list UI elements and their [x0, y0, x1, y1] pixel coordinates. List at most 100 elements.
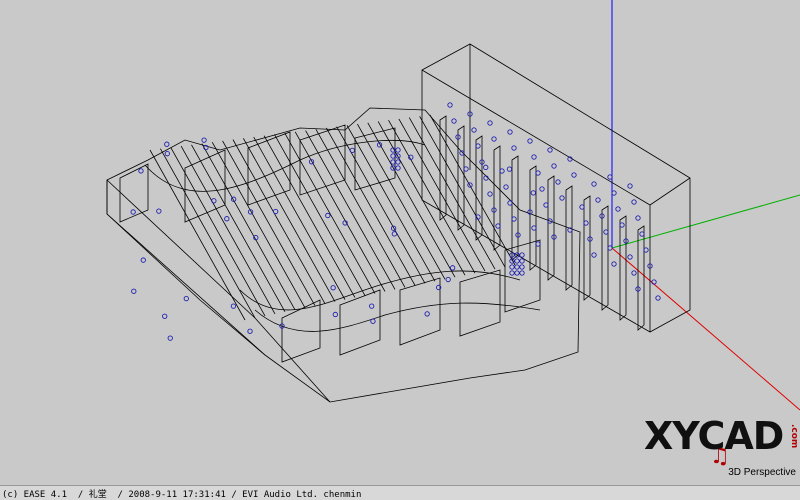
speaker-source: [539, 186, 545, 192]
xycad-logo: ♫ XYCAD .com: [640, 410, 800, 469]
speaker-source: [370, 318, 376, 324]
seating-row-line: [429, 114, 516, 266]
speaker-source: [611, 261, 617, 267]
speaker-source: [156, 208, 162, 214]
stage-panel: [565, 185, 573, 291]
speaker-source: [535, 170, 541, 176]
speaker-source: [164, 151, 170, 157]
seating-row-line: [201, 143, 296, 311]
speaker-source: [272, 208, 279, 215]
stage-panel: [637, 225, 645, 331]
x-axis: [611, 247, 800, 411]
seating-row-line: [263, 135, 356, 298]
seating-row-line: [253, 136, 346, 300]
speaker-source: [164, 141, 170, 147]
speaker-source: [655, 295, 661, 301]
seating-row-line: [398, 118, 486, 272]
speaker-source: [643, 247, 649, 253]
stage-panel: [457, 125, 465, 231]
speaker-source: [499, 168, 505, 174]
stage-panel: [529, 165, 537, 271]
speaker-source: [519, 270, 525, 276]
stage-panel: [493, 145, 501, 251]
speaker-source: [330, 285, 336, 291]
speaker-source: [449, 265, 456, 271]
speaker-source: [627, 183, 633, 189]
speaker-source: [530, 190, 536, 196]
speaker-source: [395, 159, 401, 165]
speaker-source: [615, 206, 621, 212]
seating-row-line: [294, 131, 386, 292]
speaker-source: [543, 202, 549, 208]
speaker-source: [369, 303, 375, 309]
seating-row-line: [191, 144, 286, 313]
speaker-source: [451, 118, 457, 124]
speaker-source: [390, 153, 396, 159]
speaker-source: [503, 184, 509, 190]
seating-row-line: [284, 132, 376, 294]
speaker-source: [547, 147, 553, 153]
speaker-source: [483, 164, 489, 170]
logo-suffix: .com: [789, 424, 799, 449]
speaker-source: [391, 231, 398, 237]
speaker-source: [447, 102, 453, 108]
speaker-source: [631, 199, 637, 205]
speaker-source: [511, 216, 517, 222]
speaker-source: [495, 223, 501, 229]
speaker-source: [619, 222, 625, 228]
seating-row-line: [357, 123, 446, 280]
status-text: (c) EASE 4.1 / 礼堂 / 2008-9-11 17:31:41 /…: [2, 490, 362, 500]
speaker-source: [509, 264, 515, 270]
logo-text: XYCAD: [644, 414, 784, 458]
speaker-source: [531, 225, 537, 231]
speaker-source: [551, 163, 557, 169]
speaker-source: [519, 264, 525, 270]
speaker-source: [471, 127, 477, 133]
speaker-source: [559, 195, 565, 201]
speaker-source: [395, 165, 401, 171]
stage-panel: [601, 205, 609, 311]
3d-viewport[interactable]: ♫ XYCAD .com 3D Perspective: [0, 0, 800, 485]
seating-row-line: [305, 130, 396, 290]
stage-panel: [583, 195, 591, 301]
speaker-source: [535, 241, 541, 247]
seating-row-line: [222, 140, 316, 306]
speaker-source: [591, 252, 597, 258]
speaker-source: [514, 264, 520, 270]
speaker-source: [514, 270, 520, 276]
speaker-source: [131, 288, 137, 294]
speaker-source: [201, 137, 207, 143]
speaker-source: [583, 220, 589, 226]
status-bar: (c) EASE 4.1 / 礼堂 / 2008-9-11 17:31:41 /…: [0, 485, 800, 500]
speaker-source: [514, 258, 520, 264]
speaker-source: [130, 209, 136, 215]
y-axis: [611, 194, 800, 249]
speaker-source: [591, 181, 597, 187]
seating-row-line: [388, 119, 476, 274]
speaker-source: [627, 254, 633, 260]
stage-panel: [511, 155, 519, 261]
speaker-source: [519, 258, 525, 264]
speaker-source: [491, 136, 497, 142]
speaker-source: [519, 252, 525, 258]
speaker-source: [332, 311, 338, 318]
speaker-source: [211, 198, 217, 204]
speaker-sources: [130, 102, 661, 341]
speaker-source: [555, 179, 561, 185]
speaker-source: [424, 311, 430, 317]
speaker-source: [224, 216, 230, 222]
seating-row-line: [242, 138, 336, 302]
speaker-source: [579, 204, 585, 210]
speaker-source: [635, 215, 641, 221]
speaker-source: [506, 166, 513, 172]
seating-row-line: [325, 127, 416, 286]
stage-panel: [619, 215, 627, 321]
speaker-source: [138, 168, 144, 174]
speaker-source: [140, 257, 146, 263]
speaker-source: [230, 303, 237, 309]
speaker-source: [531, 154, 537, 160]
view-mode-label: 3D Perspective: [728, 467, 796, 478]
seating-row-line: [377, 121, 466, 276]
speaker-source: [487, 191, 493, 197]
speaker-source: [603, 229, 609, 235]
